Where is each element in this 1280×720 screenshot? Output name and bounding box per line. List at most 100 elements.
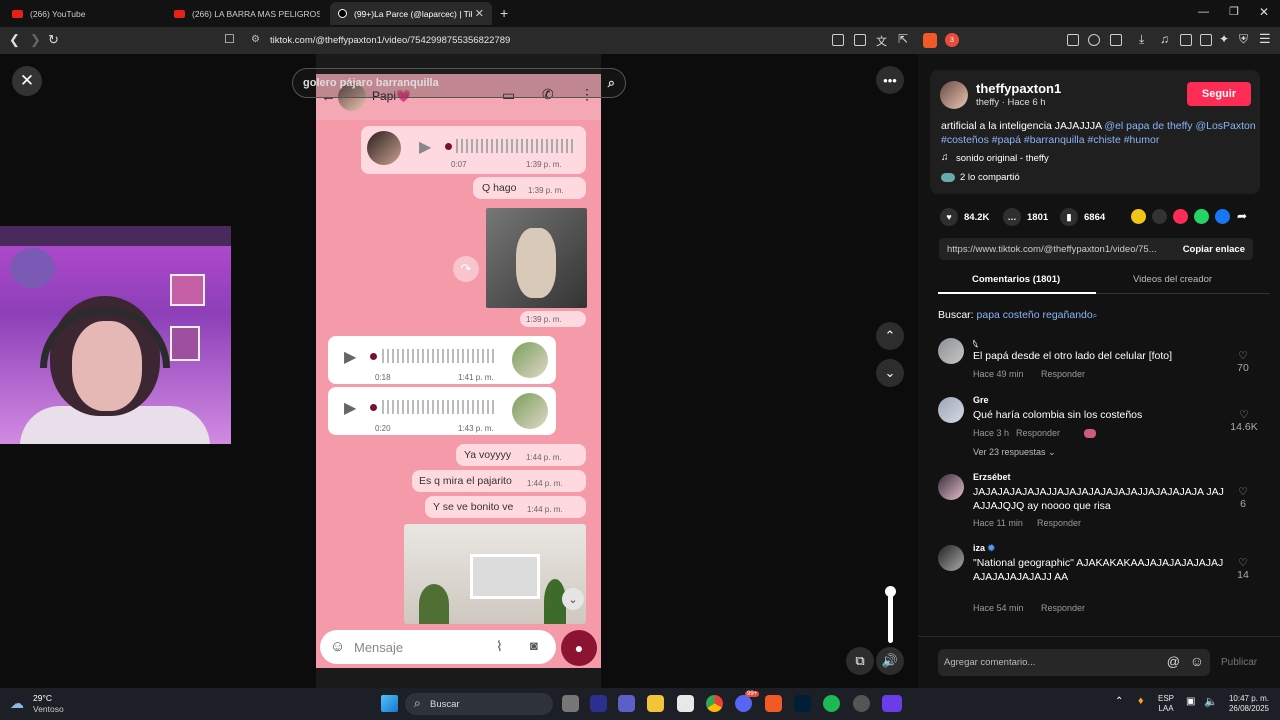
language-indicator[interactable]: ESP LAA (1158, 694, 1174, 714)
search-suggestion[interactable]: Buscar: papa costeño regañando⌕ (938, 309, 1097, 321)
no-camera-icon[interactable] (832, 34, 844, 46)
tab-comments[interactable]: Comentarios (1801) (972, 274, 1060, 285)
facebook-icon[interactable] (1215, 209, 1230, 224)
previous-video-button[interactable]: ⌃ (876, 322, 904, 350)
next-video-button[interactable]: ⌄ (876, 359, 904, 387)
comment-input[interactable]: Agregar comentario... @ ☺ (938, 649, 1210, 676)
file-explorer-icon[interactable] (647, 695, 664, 712)
brave-shield-icon[interactable] (923, 33, 937, 48)
shared-count[interactable]: 2 lo compartió (960, 172, 1020, 183)
creator-username[interactable]: theffypaxton1 (976, 81, 1061, 96)
store-icon[interactable] (677, 695, 694, 712)
comment-like[interactable]: ♡ 14.6K (1226, 409, 1262, 433)
volume-knob[interactable] (885, 586, 896, 597)
close-window-icon[interactable]: ✕ (1259, 5, 1269, 19)
photoshop-icon[interactable] (794, 695, 811, 712)
weather-icon[interactable]: ☁ (10, 695, 24, 712)
comment-avatar[interactable] (938, 338, 964, 364)
embed-icon[interactable] (1152, 209, 1167, 224)
minimize-icon[interactable]: — (1198, 6, 1209, 18)
comment-stat[interactable]: … 1801 (1003, 208, 1048, 226)
weather-temp[interactable]: 29°C (33, 693, 52, 703)
forward-icon[interactable]: ❯ (30, 32, 41, 48)
share-arrow-icon[interactable]: ➦ (1237, 209, 1247, 223)
obs-icon[interactable] (853, 695, 870, 712)
search-icon[interactable]: ⌕ (608, 75, 615, 91)
screenshot-icon[interactable] (1110, 34, 1122, 46)
volume-icon[interactable]: 🔈 (1204, 695, 1218, 708)
comment-like[interactable]: ♡ 6 (1228, 486, 1258, 510)
comment-avatar[interactable] (938, 474, 964, 500)
windows-start-icon[interactable] (381, 695, 398, 712)
sidebar-icon[interactable] (1180, 34, 1192, 46)
new-tab-icon[interactable]: + (500, 5, 508, 21)
save-stat[interactable]: ▮ 6864 (1060, 208, 1105, 226)
comment-username[interactable]: Gre (973, 395, 989, 405)
brave-icon[interactable] (765, 695, 782, 712)
tray-chevron-icon[interactable]: ⌃ (1115, 696, 1123, 707)
tab-youtube[interactable]: (266) YouTube (4, 2, 164, 25)
share-icon[interactable]: ⇱ (898, 32, 908, 46)
reply-button[interactable]: Responder (1041, 603, 1085, 613)
taskbar-search[interactable]: ⌕ Buscar (405, 693, 553, 715)
wallet-icon[interactable] (1200, 34, 1212, 46)
teams-icon[interactable] (618, 695, 635, 712)
translate-icon[interactable]: 文 (876, 33, 887, 49)
premiere-icon[interactable] (590, 695, 607, 712)
clock[interactable]: 10:47 p. m. 26/08/2025 (1224, 694, 1274, 714)
comment-like[interactable]: ♡ 14 (1228, 557, 1258, 581)
brave-rewards-icon[interactable]: 3 (945, 33, 959, 47)
comment-like[interactable]: ♡ 70 (1228, 350, 1258, 374)
download-icon[interactable]: ⤓ (1139, 32, 1144, 47)
repost-icon[interactable] (1131, 209, 1146, 224)
miniplayer-button[interactable]: ⧉ (846, 647, 874, 675)
follow-button[interactable]: Seguir (1187, 82, 1251, 106)
creator-avatar[interactable] (940, 81, 968, 109)
task-view-icon[interactable] (562, 695, 579, 712)
discord-icon[interactable] (735, 695, 752, 712)
mention-link[interactable]: @el papa de theffy (1104, 120, 1192, 132)
music-icon[interactable]: ♫ (1160, 32, 1169, 46)
publish-button[interactable]: Publicar (1221, 657, 1257, 668)
maximize-icon[interactable]: ❐ (1229, 5, 1239, 18)
comment-username[interactable]: iza ✹ (973, 543, 995, 554)
back-icon[interactable]: ❮ (9, 32, 20, 48)
microphone-icon[interactable]: ♦ (1138, 695, 1144, 707)
like-stat[interactable]: ♥ 84.2K (940, 208, 989, 226)
bookmark-icon[interactable]: ☐ (224, 32, 235, 46)
volume-button[interactable]: 🔊 (876, 647, 904, 675)
copy-link-button[interactable]: Copiar enlace (1183, 238, 1245, 260)
send-icon[interactable] (1173, 209, 1188, 224)
reply-button[interactable]: Responder (1037, 518, 1081, 528)
view-replies-button[interactable]: Ver 23 respuestas ⌄ (973, 447, 1056, 458)
comment-avatar[interactable] (938, 397, 964, 423)
whatsapp-icon[interactable] (1194, 209, 1209, 224)
related-search-bar[interactable]: golero pájaro barranquilla ⌕ (292, 68, 626, 98)
sound-link[interactable]: sonido original - theffy (956, 153, 1049, 164)
network-icon[interactable]: ▣ (1186, 696, 1195, 707)
tab-la-barra[interactable]: (266) LA BARRA MAS PELIGROSA DE (166, 2, 328, 25)
emoji-icon[interactable]: ☺ (1190, 653, 1204, 669)
comment-username[interactable]: Erzsébet (973, 472, 1011, 482)
cast-icon[interactable] (854, 34, 866, 46)
vpn-icon[interactable]: ⛨ (1239, 32, 1248, 47)
comment-avatar[interactable] (938, 545, 964, 571)
close-video-button[interactable]: ✕ (12, 66, 42, 96)
leo-ai-icon[interactable]: ✦ (1219, 32, 1229, 46)
menu-icon[interactable]: ☰ (1259, 31, 1271, 47)
reload-icon[interactable]: ↻ (48, 32, 59, 48)
kick-icon[interactable] (882, 695, 902, 712)
tab-creator-videos[interactable]: Videos del creador (1133, 274, 1212, 285)
more-options-button[interactable]: ••• (876, 66, 904, 94)
site-info-icon[interactable]: ⚙ (251, 34, 260, 45)
picture-in-picture-icon[interactable] (1067, 34, 1079, 46)
close-tab-icon[interactable]: ✕ (475, 7, 484, 20)
tab-tiktok[interactable]: (99+)La Parce (@laparcec) | TikTo ✕ (330, 2, 492, 25)
reply-button[interactable]: Responder (1041, 369, 1085, 379)
chrome-icon[interactable] (706, 695, 723, 712)
mention-icon[interactable]: @ (1167, 654, 1180, 669)
video-link-field[interactable]: https://www.tiktok.com/@theffypaxton1/vi… (939, 238, 1253, 260)
extensions-icon[interactable] (1088, 34, 1100, 46)
spotify-icon[interactable] (823, 695, 840, 712)
reply-button[interactable]: Responder (1016, 428, 1060, 438)
